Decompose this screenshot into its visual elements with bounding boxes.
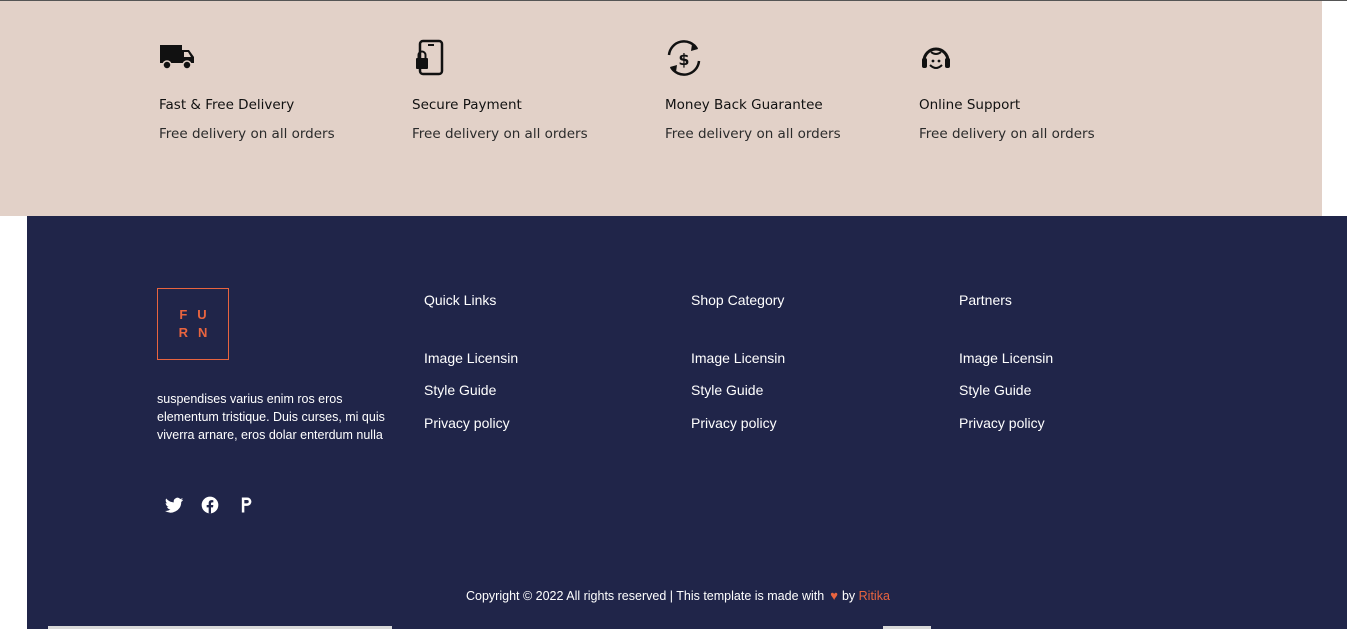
link-style-guide[interactable]: Style Guide	[959, 382, 1031, 398]
feature-title: Money Back Guarantee	[665, 97, 823, 113]
link-image-licensin[interactable]: Image Licensin	[691, 350, 785, 366]
truck-icon	[160, 45, 194, 70]
feature-description: Free delivery on all orders	[919, 126, 1095, 142]
money-back-icon: $	[667, 40, 701, 76]
link-style-guide[interactable]: Style Guide	[691, 382, 763, 398]
link-privacy-policy[interactable]: Privacy policy	[691, 415, 777, 431]
facebook-link[interactable]	[200, 495, 220, 515]
link-privacy-policy[interactable]: Privacy policy	[424, 415, 510, 431]
column-title: Partners	[959, 292, 1012, 308]
site-footer: FU RN suspendises varius enim ros eros e…	[27, 216, 1347, 629]
feature-description: Free delivery on all orders	[412, 126, 588, 142]
footer-column-partners: Partners Image Licensin Style Guide Priv…	[959, 292, 1053, 431]
feature-title: Fast & Free Delivery	[159, 97, 295, 113]
logo-line-1: FU	[179, 307, 217, 322]
link-image-licensin[interactable]: Image Licensin	[959, 350, 1053, 366]
feature-title: Online Support	[919, 97, 1021, 113]
feature-description: Free delivery on all orders	[159, 126, 335, 142]
svg-text:$: $	[678, 50, 689, 69]
features-section: Fast & Free Delivery Free delivery on al…	[0, 1, 1322, 216]
link-image-licensin[interactable]: Image Licensin	[424, 350, 518, 366]
feature-description: Free delivery on all orders	[665, 126, 841, 142]
facebook-icon	[201, 496, 219, 514]
logo-line-2: RN	[178, 325, 218, 340]
feature-secure-payment: Secure Payment Free delivery on all orde…	[412, 39, 652, 142]
phone-lock-icon	[416, 39, 444, 76]
footer-about-text: suspendises varius enim ros eros element…	[157, 392, 385, 442]
twitter-link[interactable]	[164, 495, 184, 515]
copyright-text: Copyright © 2022 All rights reserved | T…	[466, 589, 825, 603]
column-title: Quick Links	[424, 292, 497, 308]
brand-logo[interactable]: FU RN	[157, 288, 229, 360]
heart-icon: ♥	[830, 588, 838, 603]
copyright-line: Copyright © 2022 All rights reserved | T…	[466, 588, 890, 603]
author-link[interactable]: Ritika	[859, 589, 890, 603]
footer-column-shop-category: Shop Category Image Licensin Style Guide…	[691, 292, 785, 431]
feature-money-back: $ Money Back Guarantee Free delivery on …	[665, 39, 905, 142]
feature-title: Secure Payment	[412, 97, 522, 113]
feature-online-support: Online Support Free delivery on all orde…	[919, 39, 1159, 142]
twitter-icon	[164, 497, 184, 513]
link-privacy-policy[interactable]: Privacy policy	[959, 415, 1045, 431]
pinterest-icon	[241, 497, 252, 513]
column-title: Shop Category	[691, 292, 785, 308]
footer-column-quick-links: Quick Links Image Licensin Style Guide P…	[424, 292, 518, 431]
pinterest-link[interactable]	[236, 495, 256, 515]
feature-delivery: Fast & Free Delivery Free delivery on al…	[159, 39, 399, 142]
link-style-guide[interactable]: Style Guide	[424, 382, 496, 398]
copyright-by: by	[841, 589, 856, 603]
headset-icon	[922, 47, 950, 69]
